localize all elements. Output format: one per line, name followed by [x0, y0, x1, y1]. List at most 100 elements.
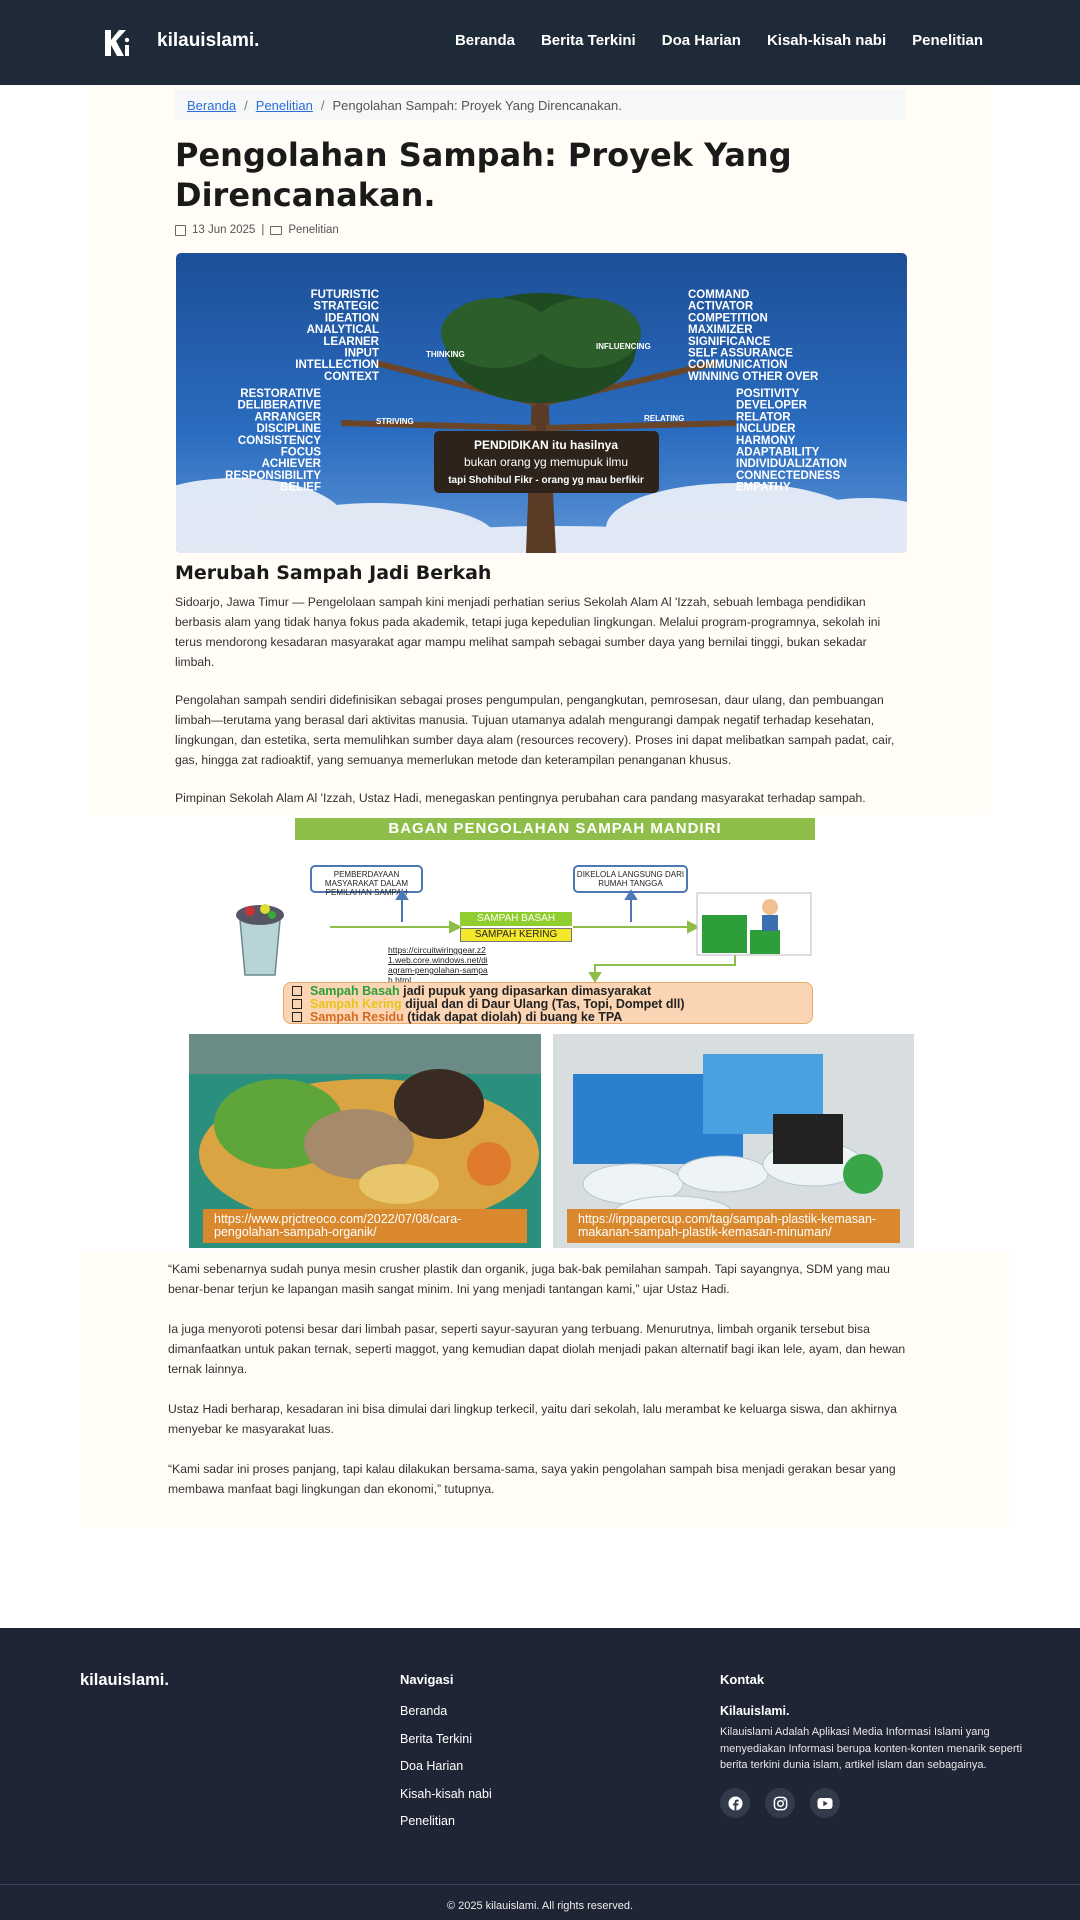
breadcrumb-separator: / [244, 97, 248, 113]
hero-sign-line-3: tapi Shohibul Fikr - orang yg mau berfik… [448, 475, 644, 486]
nav-penelitian[interactable]: Penelitian [912, 32, 983, 49]
legend-text: (tidak dapat diolah) di buang ke TPA [403, 1010, 623, 1024]
meta-separator: | [261, 224, 265, 236]
hero-word: CONNECTEDNESS [736, 470, 840, 482]
section-heading: Merubah Sampah Jadi Berkah [175, 562, 492, 584]
infographic-image: BAGAN PENGOLAHAN SAMPAH MANDIRI PEMBERDA… [180, 815, 925, 1248]
hero-word: POSITIVITY [736, 388, 800, 400]
footer-divider [0, 1884, 1080, 1885]
organic-waste-photo: https://www.prjctreoco.com/2022/07/08/ca… [189, 1034, 541, 1248]
hero-word: CONSISTENCY [238, 435, 321, 447]
hero-word: SELF ASSURANCE [688, 348, 793, 360]
hero-word: COMMUNICATION [688, 359, 787, 371]
checkbox-icon [292, 986, 302, 996]
post-date: 13 Jun 2025 [192, 224, 256, 236]
copyright: © 2025 kilauislami. All rights reserved. [446, 1900, 634, 1912]
hero-word: ACTIVATOR [688, 301, 754, 313]
hero-word: COMMAND [688, 289, 749, 301]
hero-word: INTELLECTION [295, 359, 379, 371]
breadcrumb-home-link[interactable]: Beranda [187, 98, 236, 113]
footer-contact-name: Kilauislami. [720, 1704, 790, 1718]
photo-caption-left: https://www.prjctreoco.com/2022/07/08/ca… [203, 1209, 527, 1243]
hero-word: IDEATION [325, 312, 379, 324]
hero-word: DEVELOPER [736, 400, 808, 412]
hero-word: COMPETITION [688, 312, 768, 324]
hero-branch-relating: RELATING [644, 414, 684, 423]
article-paragraph: Ustaz Hadi berharap, kesadaran ini bisa … [168, 1402, 897, 1436]
hero-word: ANALYTICAL [307, 324, 379, 336]
footer-nav-title: Navigasi [400, 1672, 454, 1687]
nav-beranda[interactable]: Beranda [455, 32, 515, 49]
nav-kisah-nabi[interactable]: Kisah-kisah nabi [767, 32, 886, 49]
logo-icon[interactable] [100, 26, 134, 60]
hero-word: FUTURISTIC [311, 289, 379, 301]
article-paragraph: “Kami sebenarnya sudah punya mesin crush… [168, 1262, 890, 1296]
hero-word: WINNING OTHER OVER [688, 371, 819, 383]
article-paragraph: Ia juga menyoroti potensi besar dari lim… [168, 1322, 906, 1376]
footer-link-beranda[interactable]: Beranda [400, 1703, 492, 1721]
hero-word: STRATEGIC [313, 301, 379, 313]
top-navbar: kilauislami. Beranda Berita Terkini Doa … [0, 0, 1080, 85]
breadcrumb-current: Pengolahan Sampah: Proyek Yang Direncana… [332, 97, 622, 113]
footer-link-penelitian[interactable]: Penelitian [400, 1813, 492, 1831]
post-category: Penelitian [288, 224, 339, 236]
main-nav: Beranda Berita Terkini Doa Harian Kisah-… [455, 32, 983, 49]
legend-text: jadi pupuk yang dipasarkan dimasyarakat [399, 984, 652, 998]
infographic-label-kering: SAMPAH KERING [460, 928, 572, 942]
hero-branch-influencing: INFLUENCING [596, 342, 651, 351]
footer-brand[interactable]: kilauislami. [80, 1671, 169, 1690]
footer-contact-description: Kilauislami Adalah Aplikasi Media Inform… [720, 1726, 1023, 1771]
hero-word: LEARNER [323, 336, 379, 348]
infographic-label-basah: SAMPAH BASAH [460, 912, 572, 926]
instagram-icon[interactable] [765, 1788, 795, 1818]
nav-berita-terkini[interactable]: Berita Terkini [541, 32, 636, 49]
hero-image: PENDIDIKAN itu hasilnya bukan orang yg m… [176, 253, 907, 553]
footer-link-kisah-nabi[interactable]: Kisah-kisah nabi [400, 1786, 492, 1804]
article-paragraph: Pengolahan sampah sendiri didefinisikan … [175, 693, 895, 767]
breadcrumb-category-link[interactable]: Penelitian [256, 98, 313, 113]
brand-name[interactable]: kilauislami. [157, 30, 259, 52]
footer-contact-title: Kontak [720, 1672, 765, 1687]
hero-word: RESPONSIBILITY [225, 470, 321, 482]
legend-text: dijual dan di Daur Ulang (Tas, Topi, Dom… [401, 997, 685, 1011]
footer-link-berita-terkini[interactable]: Berita Terkini [400, 1731, 492, 1749]
hero-word: CONTEXT [324, 371, 379, 383]
hero-word: INDIVIDUALIZATION [736, 458, 847, 470]
footer-link-doa-harian[interactable]: Doa Harian [400, 1758, 492, 1776]
legend-key: Sampah Basah [310, 984, 400, 998]
site-footer: kilauislami. Navigasi Beranda Berita Ter… [0, 1628, 1080, 1920]
youtube-icon[interactable] [810, 1788, 840, 1818]
hero-word: BELIEF [280, 482, 321, 494]
hero-word: EMPATHY [736, 482, 791, 494]
infographic-legend: Sampah Basah jadi pupuk yang dipasarkan … [283, 982, 813, 1024]
article-paragraph: “Kami sadar ini proses panjang, tapi kal… [168, 1462, 896, 1496]
breadcrumb: Beranda / Penelitian / Pengolahan Sampah… [175, 90, 905, 120]
photo-caption-right: https://irppapercup.com/tag/sampah-plast… [567, 1209, 900, 1243]
hero-word: ADAPTABILITY [736, 447, 820, 459]
hero-sign-line-2: bukan orang yg memupuk ilmu [464, 455, 628, 469]
hero-word: DELIBERATIVE [238, 400, 322, 412]
hero-sign-line-1: PENDIDIKAN itu hasilnya [474, 438, 618, 452]
hero-word: FOCUS [281, 447, 322, 459]
legend-item-residu: Sampah Residu (tidak dapat diolah) di bu… [292, 1011, 804, 1024]
post-meta: 13 Jun 2025 | Penelitian [175, 224, 339, 236]
infographic-source-url: https://circuitwiringgear.z21.web.core.w… [388, 945, 488, 985]
footer-nav: Beranda Berita Terkini Doa Harian Kisah-… [400, 1703, 492, 1831]
breadcrumb-separator: / [320, 97, 325, 113]
article-paragraph: Sidoarjo, Jawa Timur — Pengelolaan sampa… [175, 595, 881, 669]
hero-word: INCLUDER [736, 423, 796, 435]
folder-icon [270, 225, 283, 235]
checkbox-icon [292, 1012, 302, 1022]
page-title: Pengolahan Sampah: Proyek Yang Direncana… [175, 136, 792, 214]
hero-word: RESTORATIVE [240, 388, 321, 400]
article-paragraph: Pimpinan Sekolah Alam Al 'Izzah, Ustaz H… [175, 791, 866, 805]
social-links [720, 1788, 840, 1818]
legend-key: Sampah Kering [310, 997, 402, 1011]
nav-doa-harian[interactable]: Doa Harian [662, 32, 741, 49]
facebook-icon[interactable] [720, 1788, 750, 1818]
hero-word: MAXIMIZER [688, 324, 753, 336]
hero-branch-striving: STRIVING [376, 417, 414, 426]
hero-word: RELATOR [736, 411, 791, 423]
plastic-waste-photo: https://irppapercup.com/tag/sampah-plast… [553, 1034, 914, 1248]
hero-branch-thinking: THINKING [426, 350, 465, 359]
